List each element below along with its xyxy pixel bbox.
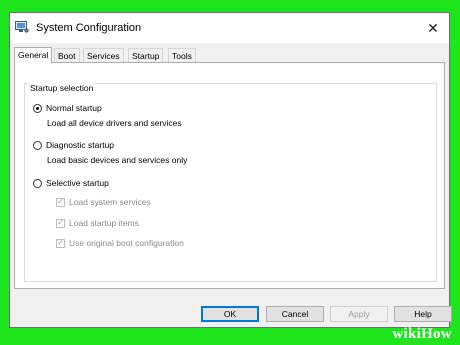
apply-button[interactable]: Apply	[330, 306, 388, 322]
dialog-button-bar: OK Cancel Apply Help	[10, 298, 452, 326]
selective-startup-label: Selective startup	[46, 178, 109, 188]
diagnostic-startup-description: Load basic devices and services only	[47, 155, 188, 165]
load-system-services-label: Load system services	[69, 197, 151, 207]
load-system-services-checkbox[interactable]: ✓	[56, 197, 65, 207]
system-configuration-window: System Configuration ✕ General Boot Serv…	[9, 12, 452, 328]
normal-startup-option[interactable]: Normal startup	[33, 103, 102, 113]
use-original-boot-config-option[interactable]: ✓ Use original boot configuration	[56, 238, 184, 248]
normal-startup-label: Normal startup	[46, 103, 102, 113]
tab-general[interactable]: General	[14, 47, 53, 63]
load-startup-items-checkbox[interactable]: ✓	[56, 218, 65, 228]
window-title: System Configuration	[36, 22, 142, 34]
load-startup-items-option[interactable]: ✓ Load startup items	[56, 218, 139, 228]
normal-startup-radio[interactable]	[33, 103, 42, 113]
close-button[interactable]: ✕	[417, 13, 449, 43]
selective-startup-radio[interactable]	[33, 178, 42, 188]
selective-startup-option[interactable]: Selective startup	[33, 178, 109, 188]
diagnostic-startup-radio[interactable]	[33, 140, 42, 150]
close-icon: ✕	[427, 19, 439, 36]
tab-boot[interactable]: Boot	[54, 48, 80, 62]
normal-startup-description: Load all device drivers and services	[47, 118, 182, 128]
system-configuration-icon	[15, 21, 29, 33]
startup-selection-label: Startup selection	[28, 83, 96, 93]
tab-tools[interactable]: Tools	[168, 48, 196, 62]
diagnostic-startup-label: Diagnostic startup	[46, 140, 115, 150]
cancel-button[interactable]: Cancel	[266, 306, 324, 322]
use-original-boot-config-label: Use original boot configuration	[69, 238, 184, 248]
tab-startup[interactable]: Startup	[128, 48, 164, 62]
wikihow-watermark: wikiHow	[392, 326, 452, 342]
help-button[interactable]: Help	[394, 306, 452, 322]
load-startup-items-label: Load startup items	[69, 218, 139, 228]
ok-button[interactable]: OK	[201, 306, 259, 322]
load-system-services-option[interactable]: ✓ Load system services	[56, 197, 151, 207]
tab-services[interactable]: Services	[83, 48, 124, 62]
diagnostic-startup-option[interactable]: Diagnostic startup	[33, 140, 114, 150]
title-bar: System Configuration ✕	[10, 13, 449, 43]
use-original-boot-config-checkbox[interactable]: ✓	[56, 238, 65, 248]
general-tab-panel: Startup selection Normal startup Load al…	[14, 62, 445, 289]
